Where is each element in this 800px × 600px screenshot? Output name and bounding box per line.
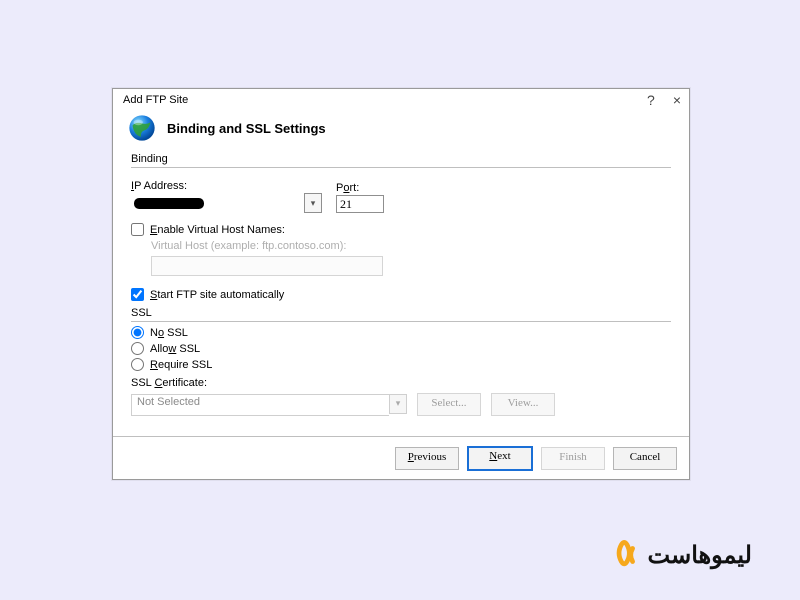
page-heading: Binding and SSL Settings bbox=[167, 121, 326, 136]
brand-icon bbox=[612, 540, 642, 570]
wizard-footer: Previous Next Finish Cancel bbox=[113, 436, 689, 479]
require-ssl-radio[interactable]: Require SSL bbox=[131, 358, 671, 371]
allow-ssl-label: Allow SSL bbox=[150, 343, 200, 355]
vhost-hint: Virtual Host (example: ftp.contoso.com): bbox=[151, 240, 671, 252]
ssl-cert-value: Not Selected bbox=[131, 394, 389, 416]
enable-vhost-label: Enable Virtual Host Names: bbox=[150, 224, 285, 236]
ssl-cert-combo[interactable]: Not Selected ▾ bbox=[131, 394, 407, 416]
port-input[interactable] bbox=[336, 195, 384, 213]
autostart-label: Start FTP site automatically bbox=[150, 289, 284, 301]
ssl-cert-row: Not Selected ▾ Select... View... bbox=[131, 393, 671, 416]
chevron-down-icon[interactable]: ▾ bbox=[389, 394, 407, 414]
ip-address-label: IP Address: bbox=[131, 180, 322, 192]
finish-button: Finish bbox=[541, 447, 605, 470]
divider bbox=[131, 167, 671, 168]
enable-vhost-check[interactable] bbox=[131, 223, 144, 236]
autostart-checkbox[interactable]: Start FTP site automatically bbox=[131, 288, 671, 301]
close-button[interactable]: × bbox=[673, 93, 681, 107]
previous-button[interactable]: Previous bbox=[395, 447, 459, 470]
divider bbox=[131, 321, 671, 322]
ip-address-value bbox=[134, 198, 204, 209]
ssl-group-label: SSL bbox=[131, 307, 671, 319]
select-cert-button: Select... bbox=[417, 393, 481, 416]
brand-text: لیموهاست bbox=[648, 541, 752, 570]
brand-watermark: لیموهاست bbox=[612, 540, 752, 570]
binding-row: IP Address: ▾ Port: bbox=[131, 180, 671, 213]
view-cert-button: View... bbox=[491, 393, 555, 416]
vhost-input bbox=[151, 256, 383, 276]
window-controls: ? × bbox=[647, 93, 681, 107]
ip-address-combo[interactable]: ▾ bbox=[131, 193, 322, 213]
cancel-button[interactable]: Cancel bbox=[613, 447, 677, 470]
globe-icon bbox=[127, 113, 157, 143]
require-ssl-label: Require SSL bbox=[150, 359, 212, 371]
ssl-cert-label: SSL Certificate: bbox=[131, 377, 671, 389]
header: Binding and SSL Settings bbox=[113, 107, 689, 153]
next-button[interactable]: Next bbox=[467, 446, 533, 471]
port-label: Port: bbox=[336, 182, 384, 194]
content: Binding IP Address: ▾ Port: Enable Virtu… bbox=[113, 153, 689, 416]
help-button[interactable]: ? bbox=[647, 93, 655, 107]
chevron-down-icon[interactable]: ▾ bbox=[304, 193, 322, 213]
autostart-check[interactable] bbox=[131, 288, 144, 301]
titlebar: Add FTP Site ? × bbox=[113, 89, 689, 107]
add-ftp-site-dialog: Add FTP Site ? × Binding and SSL Setting… bbox=[112, 88, 690, 480]
allow-ssl-radio[interactable]: Allow SSL bbox=[131, 342, 671, 355]
enable-vhost-checkbox[interactable]: Enable Virtual Host Names: bbox=[131, 223, 671, 236]
binding-group-label: Binding bbox=[131, 153, 671, 165]
no-ssl-radio[interactable]: No SSL bbox=[131, 326, 671, 339]
no-ssl-label: No SSL bbox=[150, 327, 188, 339]
window-title: Add FTP Site bbox=[123, 94, 188, 106]
